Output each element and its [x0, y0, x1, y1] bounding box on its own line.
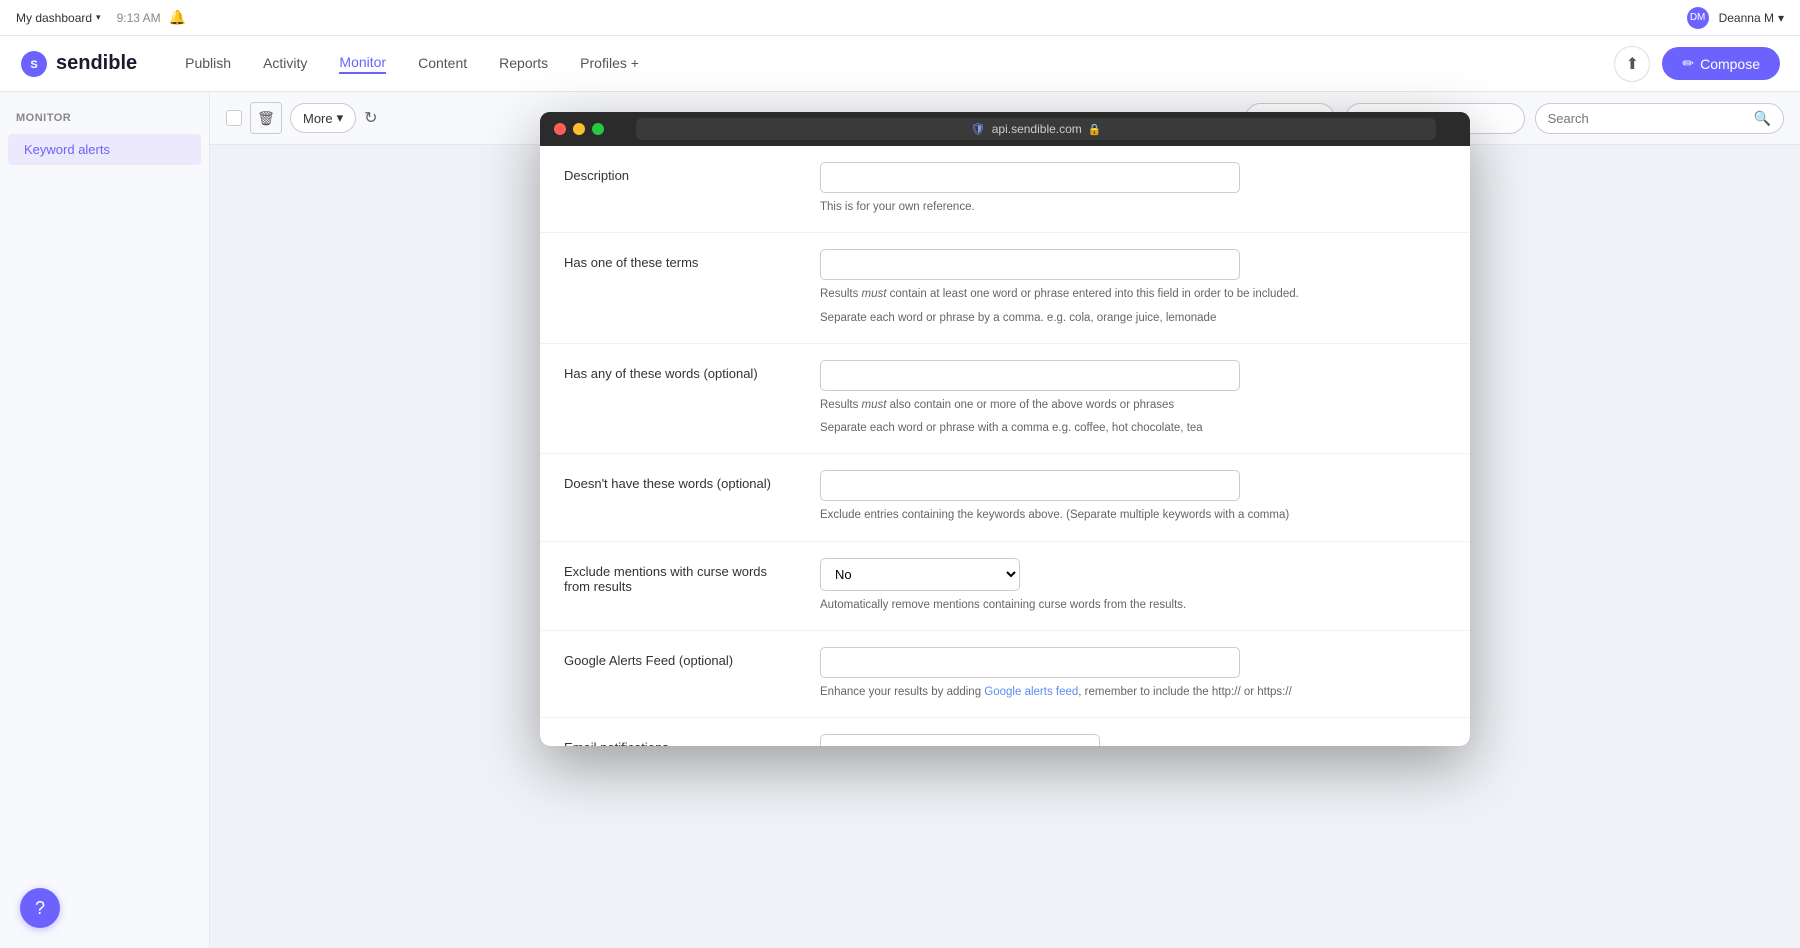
form-row-has-one-terms: Has one of these terms Results must cont…	[540, 233, 1470, 344]
form-row-google-alerts: Google Alerts Feed (optional) Enhance yo…	[540, 631, 1470, 718]
sidebar-section-monitor: MONITOR	[0, 104, 209, 132]
description-hint: This is for your own reference.	[820, 199, 1340, 216]
url-bar: 🛡 api.sendible.com 🔒	[636, 118, 1436, 140]
dashboard-chevron-icon: ▾	[96, 12, 101, 23]
browser-modal: 🛡 api.sendible.com 🔒 Description This is…	[540, 112, 1470, 746]
description-input[interactable]	[820, 162, 1240, 193]
more-chevron-icon: ▾	[337, 110, 344, 126]
form-label-has-any-words: Has any of these words (optional)	[540, 344, 820, 454]
topbar-left: My dashboard ▾ 9:13 AM 🔔	[16, 9, 186, 26]
email-notifications-select[interactable]: Never Immediately Daily Weekly	[820, 734, 1100, 746]
google-alerts-input[interactable]	[820, 647, 1240, 678]
browser-body: Description This is for your own referen…	[540, 146, 1470, 746]
topbar-right: DM Deanna M ▾	[1687, 7, 1784, 29]
has-one-terms-input[interactable]	[820, 249, 1240, 280]
form-row-curse-words: Exclude mentions with curse words from r…	[540, 542, 1470, 631]
navbar: S sendible Publish Activity Monitor Cont…	[0, 36, 1800, 92]
nav-monitor[interactable]: Monitor	[339, 54, 386, 74]
more-label: More	[303, 111, 333, 126]
url-lock-icon: 🔒	[1088, 123, 1102, 136]
has-any-words-input[interactable]	[820, 360, 1240, 391]
form-input-cell-doesnt-have: Exclude entries containing the keywords …	[820, 454, 1470, 540]
logo-icon: S	[20, 50, 48, 78]
search-input[interactable]	[1548, 111, 1748, 126]
form-input-cell-email-notifications: Never Immediately Daily Weekly Select wh…	[820, 718, 1470, 746]
nav-reports[interactable]: Reports	[499, 55, 548, 73]
compose-button[interactable]: ✏ Compose	[1662, 47, 1780, 80]
curse-words-hint: Automatically remove mentions containing…	[820, 597, 1340, 614]
curse-words-select[interactable]: No Yes	[820, 558, 1020, 591]
nav-content[interactable]: Content	[418, 55, 467, 73]
form-input-cell-google-alerts: Enhance your results by adding Google al…	[820, 631, 1470, 717]
topbar-time: 9:13 AM	[117, 11, 161, 25]
sidebar: MONITOR Keyword alerts	[0, 92, 210, 948]
main-layout: MONITOR Keyword alerts 🗑 More ▾ ↻ New Al…	[0, 92, 1800, 948]
upload-button[interactable]: ⬆	[1614, 46, 1650, 82]
form-row-description: Description This is for your own referen…	[540, 146, 1470, 233]
doesnt-have-hint: Exclude entries containing the keywords …	[820, 507, 1340, 524]
username-chevron-icon: ▾	[1778, 11, 1784, 25]
form-label-curse-words: Exclude mentions with curse words from r…	[540, 542, 820, 630]
nav-publish[interactable]: Publish	[185, 55, 231, 73]
form-label-description: Description	[540, 146, 820, 232]
search-wrap: 🔍	[1535, 103, 1784, 134]
logo: S sendible	[20, 50, 137, 78]
google-alerts-hint: Enhance your results by adding Google al…	[820, 684, 1340, 701]
nav-activity[interactable]: Activity	[263, 55, 307, 73]
form-input-cell-has-one-terms: Results must contain at least one word o…	[820, 233, 1470, 343]
dashboard-dropdown[interactable]: My dashboard ▾	[16, 11, 101, 25]
form-label-google-alerts: Google Alerts Feed (optional)	[540, 631, 820, 717]
logo-text: sendible	[56, 52, 137, 75]
username-text: Deanna M	[1719, 11, 1774, 25]
form-label-email-notifications: Email notifications	[540, 718, 820, 746]
form-label-has-one-terms: Has one of these terms	[540, 233, 820, 343]
svg-text:S: S	[30, 59, 37, 71]
google-alerts-link[interactable]: Google alerts feed	[984, 686, 1078, 698]
username[interactable]: Deanna M ▾	[1719, 11, 1784, 25]
refresh-button[interactable]: ↻	[364, 108, 377, 128]
topbar: My dashboard ▾ 9:13 AM 🔔 DM Deanna M ▾	[0, 0, 1800, 36]
form-label-doesnt-have: Doesn't have these words (optional)	[540, 454, 820, 540]
close-window-button[interactable]	[554, 123, 566, 135]
has-one-terms-hint2: Separate each word or phrase by a comma.…	[820, 310, 1340, 327]
search-icon: 🔍	[1754, 110, 1771, 127]
select-all-checkbox[interactable]	[226, 110, 242, 126]
has-any-words-hint2: Separate each word or phrase with a comm…	[820, 420, 1340, 437]
form-row-email-notifications: Email notifications Never Immediately Da…	[540, 718, 1470, 746]
form-input-cell-curse-words: No Yes Automatically remove mentions con…	[820, 542, 1470, 630]
form-input-cell-has-any-words: Results must also contain one or more of…	[820, 344, 1470, 454]
form-row-has-any-words: Has any of these words (optional) Result…	[540, 344, 1470, 455]
nav-links: Publish Activity Monitor Content Reports…	[185, 54, 1582, 74]
maximize-window-button[interactable]	[592, 123, 604, 135]
form-row-doesnt-have: Doesn't have these words (optional) Excl…	[540, 454, 1470, 541]
pencil-icon: ✏	[1682, 55, 1694, 72]
minimize-window-button[interactable]	[573, 123, 585, 135]
compose-label: Compose	[1700, 56, 1760, 72]
form-input-cell-description: This is for your own reference.	[820, 146, 1470, 232]
delete-button[interactable]: 🗑	[250, 102, 282, 134]
sidebar-item-keyword-alerts[interactable]: Keyword alerts	[8, 134, 201, 165]
doesnt-have-input[interactable]	[820, 470, 1240, 501]
content-area: 🗑 More ▾ ↻ New Alert 🔍	[210, 92, 1800, 948]
traffic-lights	[554, 123, 604, 135]
avatar: DM	[1687, 7, 1709, 29]
has-any-words-hint: Results must also contain one or more of…	[820, 397, 1340, 414]
browser-chrome: 🛡 api.sendible.com 🔒	[540, 112, 1470, 146]
url-shield-icon: 🛡	[971, 122, 986, 136]
has-one-terms-hint: Results must contain at least one word o…	[820, 286, 1340, 303]
dashboard-label-text: My dashboard	[16, 11, 92, 25]
url-text: api.sendible.com	[992, 122, 1082, 136]
nav-right: ⬆ ✏ Compose	[1614, 46, 1780, 82]
more-button[interactable]: More ▾	[290, 103, 356, 133]
notification-bell-icon[interactable]: 🔔	[169, 9, 186, 26]
help-button[interactable]: ?	[20, 888, 60, 928]
nav-profiles[interactable]: Profiles +	[580, 55, 639, 73]
